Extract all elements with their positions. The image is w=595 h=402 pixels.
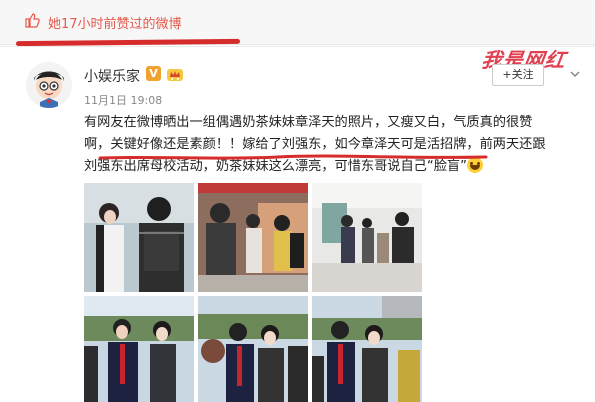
photo-3[interactable] xyxy=(312,183,422,292)
username[interactable]: 小娱乐家 xyxy=(84,66,140,86)
photo-2[interactable] xyxy=(198,183,308,292)
follow-button[interactable]: +关注 xyxy=(492,64,544,86)
photo-4[interactable] xyxy=(84,296,194,402)
photo-6[interactable] xyxy=(312,296,422,402)
post-line-2: 啊，关键好像还是素颜！！嫁给了刘强东，如今章泽天可是活招牌，前两天还跟 xyxy=(84,137,546,152)
avatar[interactable] xyxy=(26,62,72,108)
chevron-down-icon[interactable] xyxy=(569,68,581,80)
thumbs-up-icon xyxy=(25,13,40,28)
liked-status-text: 她17小时前赞过的微博 xyxy=(48,17,182,32)
photo-1[interactable] xyxy=(84,183,194,292)
crown-icon xyxy=(167,69,183,81)
post-timestamp[interactable]: 11月1日 19:08 xyxy=(84,92,162,108)
post-body: 有网友在微博晒出一组偶遇奶茶妹妹章泽天的照片，又瘦又白，气质真的很赞 啊，关键好… xyxy=(84,112,584,178)
highlight-scribble xyxy=(98,154,488,160)
verified-badge-icon: V xyxy=(146,66,161,81)
post-line-1: 有网友在微博晒出一组偶遇奶茶妹妹章泽天的照片，又瘦又白，气质真的很赞 xyxy=(84,115,533,130)
photo-5[interactable] xyxy=(198,296,308,402)
